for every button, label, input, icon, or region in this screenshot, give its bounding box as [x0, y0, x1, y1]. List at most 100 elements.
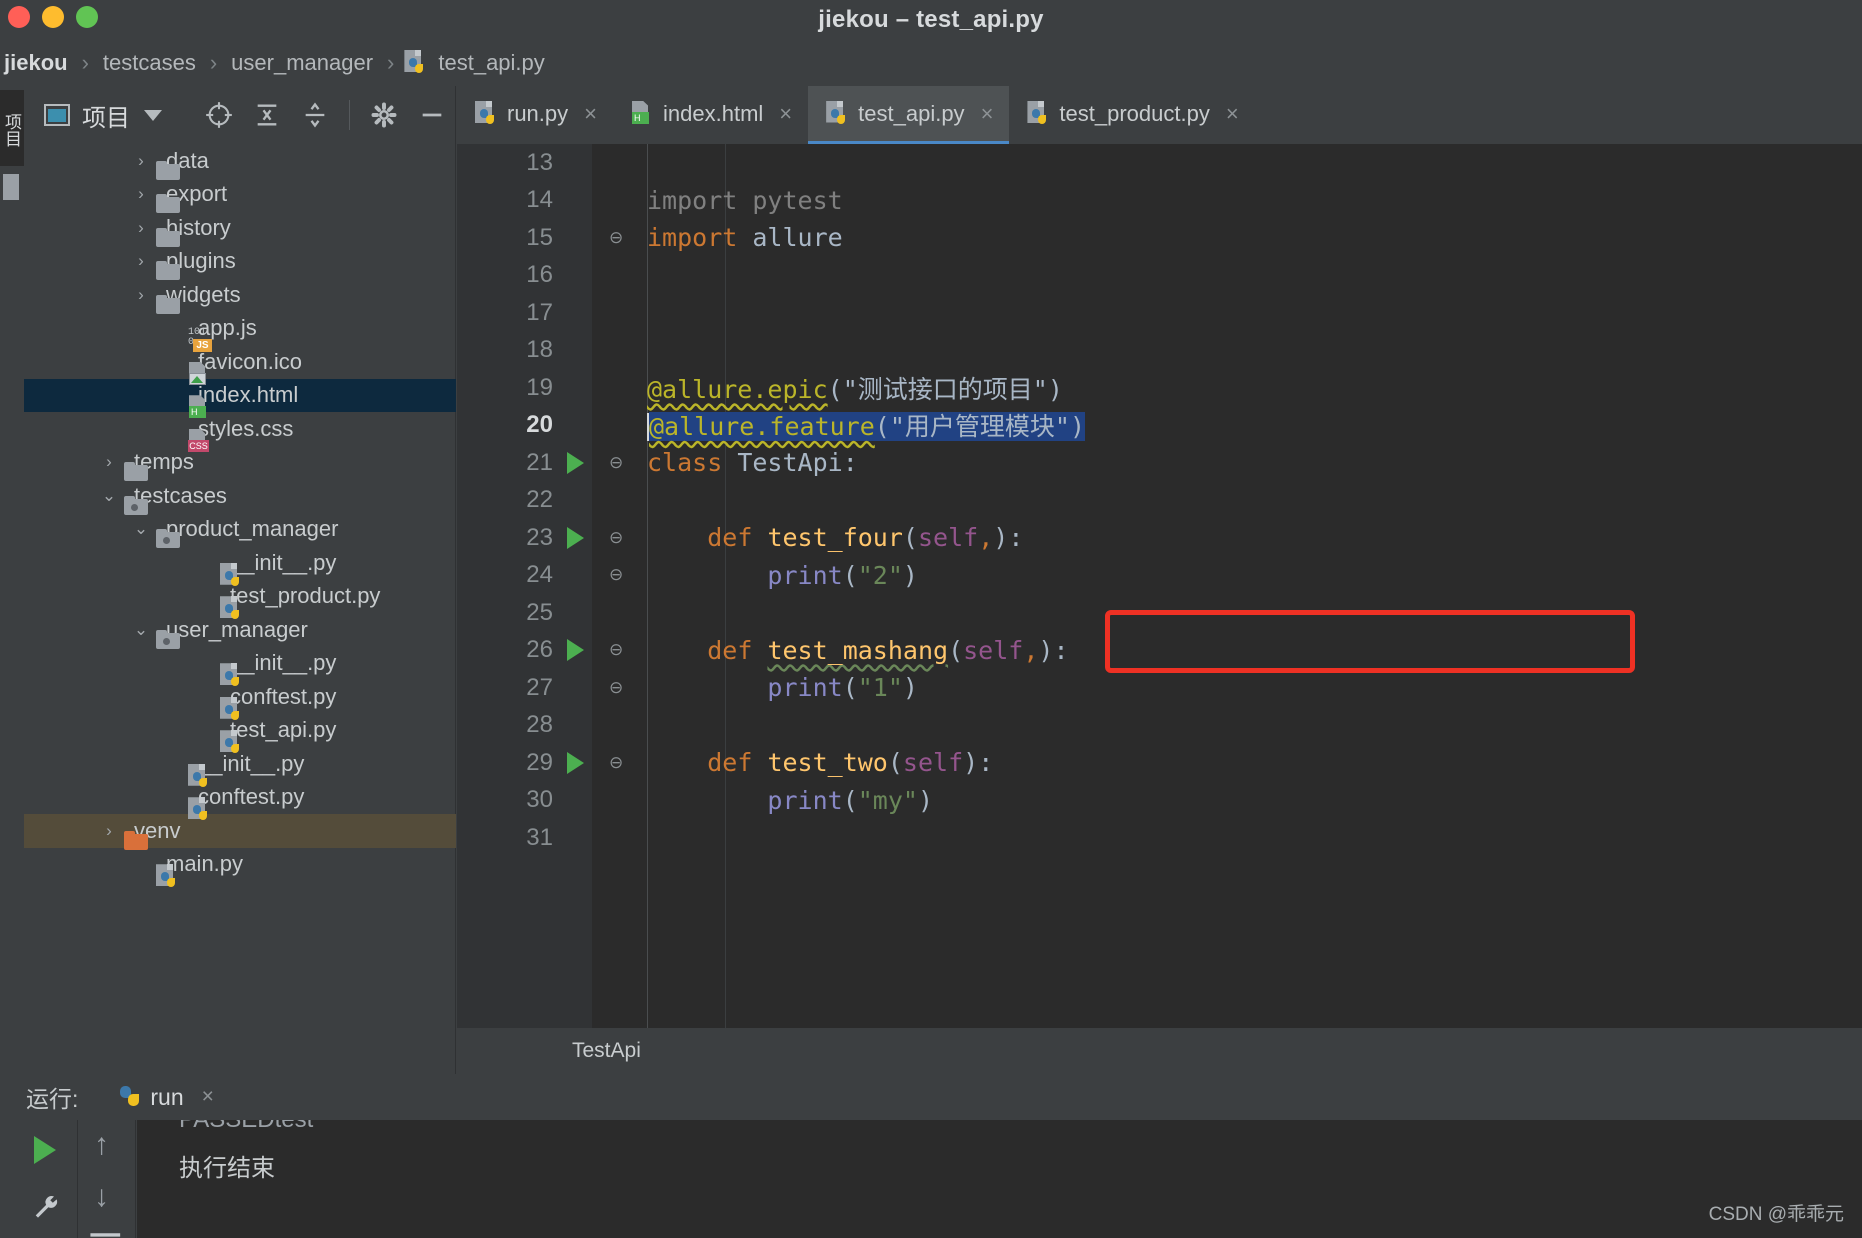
- tree-item-label: test_product.py: [230, 583, 381, 609]
- tree-disclosure-arrow[interactable]: ⌄: [130, 519, 152, 539]
- fold-marker-icon[interactable]: ⊖: [609, 228, 623, 248]
- fold-marker-icon[interactable]: ⊖: [609, 640, 623, 660]
- tree-item-init-py[interactable]: __init__.py: [24, 647, 456, 687]
- close-icon[interactable]: ×: [779, 101, 792, 127]
- tree-disclosure-arrow[interactable]: ›: [130, 285, 152, 305]
- close-icon[interactable]: ×: [202, 1085, 214, 1109]
- tree-item-init-py[interactable]: __init__.py: [24, 747, 456, 787]
- soft-wrap-icon[interactable]: [89, 1232, 123, 1238]
- ide-window: jiekou – test_api.py jiekou › testcases …: [0, 0, 1862, 1238]
- line-number[interactable]: 30: [457, 786, 553, 814]
- line-number[interactable]: 14: [457, 186, 553, 214]
- line-number[interactable]: 29: [457, 749, 553, 777]
- tree-item-conftest-py[interactable]: conftest.py: [24, 781, 456, 821]
- tree-item-init-py[interactable]: __init__.py: [24, 546, 456, 586]
- tree-item-plugins[interactable]: › plugins: [24, 245, 456, 281]
- rerun-icon[interactable]: [34, 1136, 56, 1164]
- line-number[interactable]: 20: [457, 411, 553, 439]
- tree-item-styles-css[interactable]: CSS styles.css: [24, 412, 456, 452]
- project-file-tree[interactable]: › data › export › history › plugins › widgets 101 0…: [24, 144, 456, 1074]
- breadcrumb-separator: ›: [81, 50, 89, 75]
- settings-gear-icon[interactable]: [370, 101, 398, 129]
- line-number[interactable]: 18: [457, 336, 553, 364]
- breadcrumb-item-user-manager[interactable]: user_manager: [227, 50, 377, 76]
- tree-item-conftest-py[interactable]: conftest.py: [24, 680, 456, 720]
- tree-item-product-manager[interactable]: ⌄ product_manager: [24, 513, 456, 549]
- tree-disclosure-arrow[interactable]: ›: [98, 821, 120, 841]
- close-icon[interactable]: ×: [981, 101, 994, 127]
- editor-status-breadcrumb[interactable]: TestApi: [457, 1028, 1862, 1074]
- tree-disclosure-arrow[interactable]: ›: [130, 151, 152, 171]
- locate-icon[interactable]: [205, 101, 233, 129]
- breadcrumb-item-testcases[interactable]: testcases: [99, 50, 200, 76]
- fold-marker-icon[interactable]: ⊖: [609, 678, 623, 698]
- line-number[interactable]: 22: [457, 486, 553, 514]
- python-file-icon: [1027, 101, 1049, 127]
- tree-item-test-api-py[interactable]: test_api.py: [24, 714, 456, 754]
- editor-tab-label: run.py: [507, 101, 569, 126]
- line-number[interactable]: 19: [457, 374, 553, 402]
- tree-item-favicon-ico[interactable]: favicon.ico: [24, 345, 456, 385]
- fold-marker-icon[interactable]: ⊖: [609, 528, 623, 548]
- expand-all-icon[interactable]: [253, 101, 281, 129]
- editor-tab-label: test_product.py: [1059, 101, 1210, 126]
- chevron-down-icon[interactable]: [144, 109, 162, 121]
- run-panel-header: 运行: run ×: [0, 1074, 1862, 1120]
- tree-item-main-py[interactable]: main.py: [24, 848, 456, 888]
- line-number[interactable]: 17: [457, 299, 553, 327]
- tree-disclosure-arrow[interactable]: ›: [130, 251, 152, 271]
- tree-item-widgets[interactable]: › widgets: [24, 278, 456, 314]
- tree-item-history[interactable]: › history: [24, 211, 456, 247]
- tree-disclosure-arrow[interactable]: ⌄: [130, 620, 152, 640]
- line-number[interactable]: 25: [457, 599, 553, 627]
- line-number[interactable]: 23: [457, 524, 553, 552]
- tree-disclosure-arrow[interactable]: ›: [130, 184, 152, 204]
- run-gutter-icon[interactable]: [567, 639, 584, 662]
- tree-disclosure-arrow[interactable]: ›: [98, 452, 120, 472]
- tree-item-testcases[interactable]: ⌄ testcases: [24, 479, 456, 515]
- line-number[interactable]: 16: [457, 261, 553, 289]
- scroll-up-icon[interactable]: ↑: [94, 1130, 109, 1160]
- tree-item-export[interactable]: › export: [24, 178, 456, 214]
- run-gutter-icon[interactable]: [567, 751, 584, 774]
- close-icon[interactable]: ×: [584, 101, 597, 127]
- tree-item-temps[interactable]: › temps: [24, 446, 456, 482]
- run-tab[interactable]: run ×: [104, 1074, 228, 1120]
- tree-disclosure-arrow[interactable]: ⌄: [98, 486, 120, 506]
- close-icon[interactable]: ×: [1226, 101, 1239, 127]
- fold-marker-icon[interactable]: ⊖: [609, 753, 623, 773]
- line-number[interactable]: 21: [457, 449, 553, 477]
- line-number[interactable]: 13: [457, 149, 553, 177]
- fold-marker-icon[interactable]: ⊖: [609, 453, 623, 473]
- wrench-icon[interactable]: [30, 1192, 62, 1229]
- line-number[interactable]: 27: [457, 674, 553, 702]
- sidebar-tab-project[interactable]: 项目: [0, 90, 24, 166]
- breadcrumb-item-file[interactable]: test_api.py: [404, 50, 548, 76]
- collapse-all-icon[interactable]: [301, 101, 329, 129]
- run-gutter-icon[interactable]: [567, 526, 584, 549]
- editor-tabbar: run.py × Hindex.html × test_api.py × test_prod…: [457, 86, 1862, 144]
- tree-item-venv[interactable]: › venv: [24, 814, 456, 850]
- tree-item-index-html[interactable]: Hindex.html: [24, 378, 456, 419]
- tree-item-test-product-py[interactable]: test_product.py: [24, 580, 456, 620]
- line-number[interactable]: 26: [457, 636, 553, 664]
- hide-panel-icon[interactable]: [418, 101, 446, 129]
- code-viewport[interactable]: 13 14 import pytest 15 ⊖ import allure 16 17 18 1…: [457, 144, 1862, 1028]
- tree-disclosure-arrow[interactable]: ›: [130, 218, 152, 238]
- editor-tab-run-py[interactable]: run.py ×: [457, 86, 613, 144]
- fold-marker-icon[interactable]: ⊖: [609, 565, 623, 585]
- line-number[interactable]: 15: [457, 224, 553, 252]
- run-gutter-icon[interactable]: [567, 451, 584, 474]
- line-number[interactable]: 24: [457, 561, 553, 589]
- editor-tab-test-product-py[interactable]: test_product.py ×: [1009, 86, 1254, 144]
- editor-tab-test-api-py[interactable]: test_api.py ×: [808, 86, 1010, 144]
- tree-item-data[interactable]: › data: [24, 144, 456, 180]
- line-number[interactable]: 28: [457, 711, 553, 739]
- line-number[interactable]: 31: [457, 824, 553, 852]
- run-output-console[interactable]: PASSEDtest 执行结束: [137, 1120, 1862, 1238]
- editor-tab-index-html[interactable]: Hindex.html ×: [613, 86, 808, 144]
- breadcrumb-item-project[interactable]: jiekou: [0, 50, 72, 76]
- scroll-down-icon[interactable]: ↓: [94, 1182, 109, 1212]
- tree-item-app-js[interactable]: 101 0 JS app.js: [24, 312, 456, 353]
- tree-item-user-manager[interactable]: ⌄ user_manager: [24, 613, 456, 649]
